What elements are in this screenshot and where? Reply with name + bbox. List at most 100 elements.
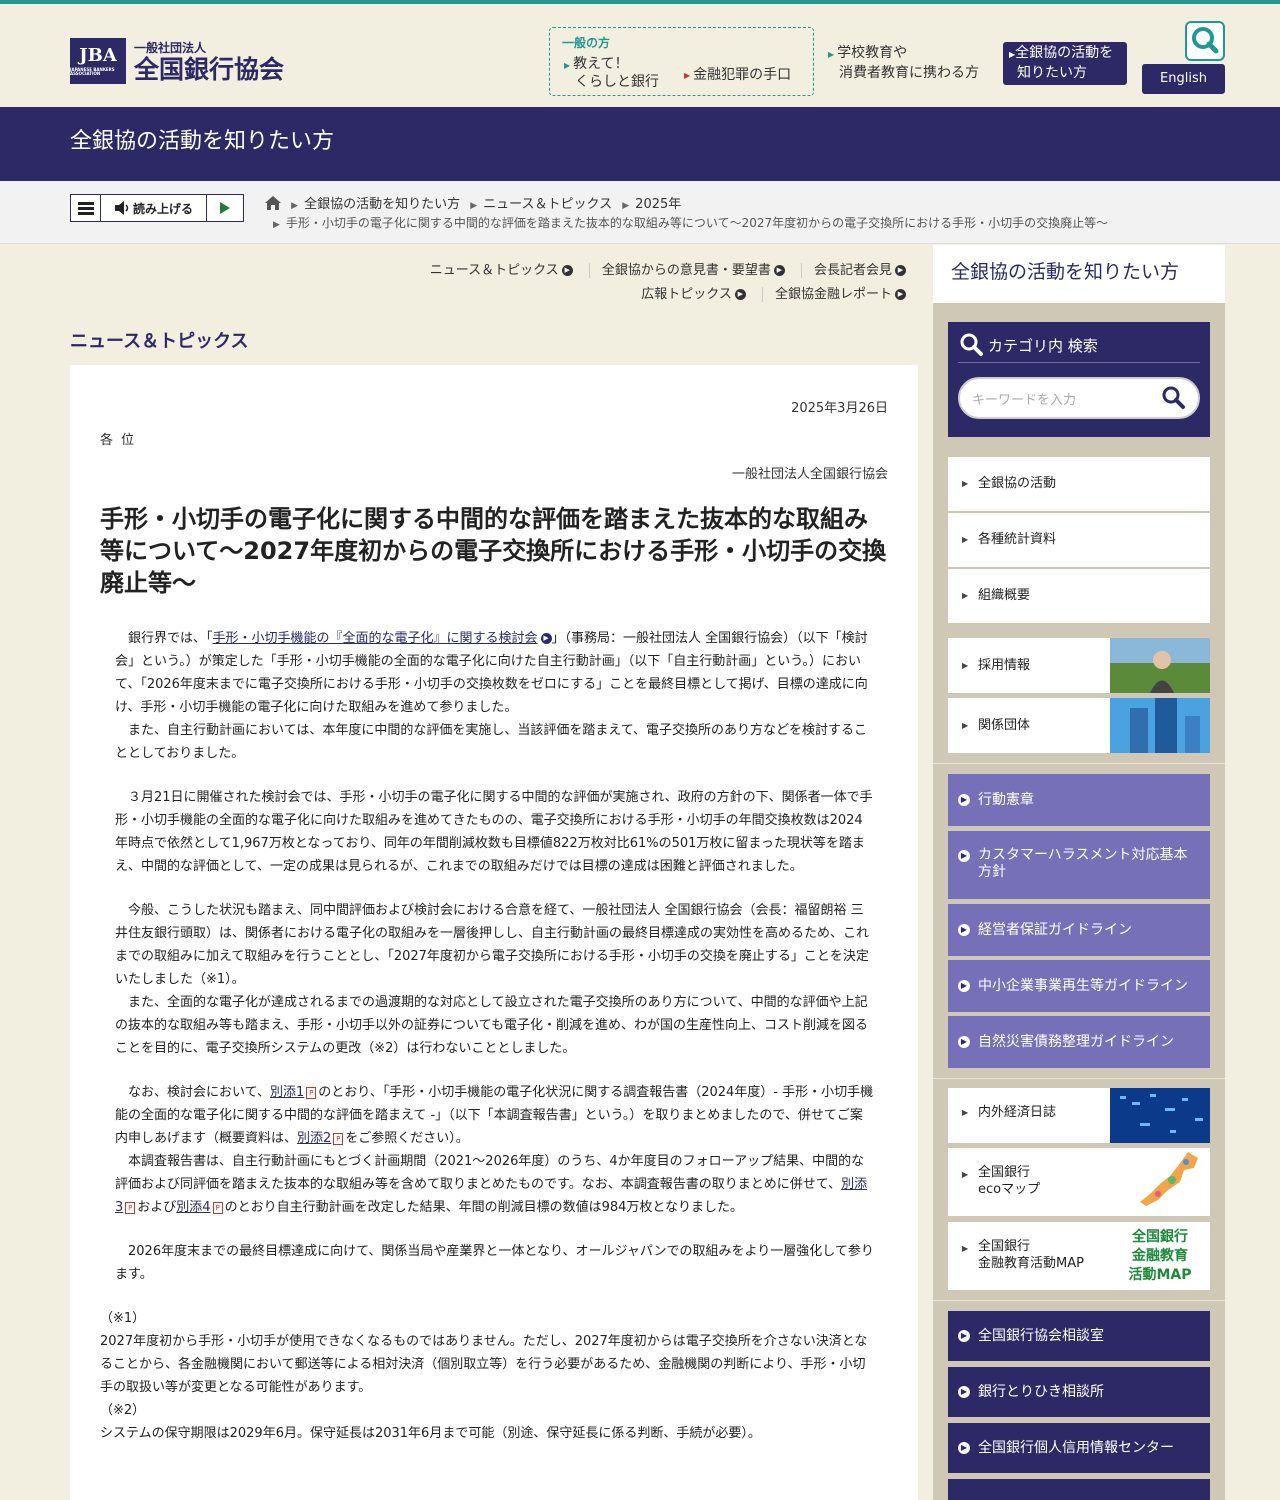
arrow-circle-icon: ▶ [958,1442,970,1454]
search-icon [1162,386,1185,409]
article-addressee: 各位 [100,433,143,448]
page-band-title: 全銀協の活動を知りたい方 [0,107,1280,181]
reader-menu-button[interactable] [71,195,101,221]
arrow-circle-icon: ▶ [895,265,906,276]
pdf-icon: P [306,1086,317,1099]
attachment-4-link[interactable]: 別添4 [176,1200,210,1215]
search-icon [960,333,983,356]
paragraph-1: 銀行界では、「手形・小切手機能の『全面的な電子化』に関する検討会 ▶ 」（事務局：一… [115,631,868,761]
article-body: 銀行界では、「手形・小切手機能の『全面的な電子化』に関する検討会 ▶ 」（事務局：一… [100,627,875,1445]
breadcrumb-item[interactable]: ニュース＆トピックス [483,197,612,212]
education-map-banner: 全国銀行 金融教育 活動MAP [1110,1222,1210,1290]
pdf-icon: P [212,1201,223,1214]
site-search-button[interactable] [1185,21,1225,61]
school-education-link[interactable]: ▶ 学校教育や 消費者教育に携わる方 [828,44,979,82]
sidebar-link-education-map[interactable]: ▶ 全国銀行 金融教育活動MAP 全国銀行 金融教育 活動MAP [948,1222,1210,1290]
text-reader-widget: 読み上げる [70,194,244,222]
sidebar-link-activity[interactable]: ▶ 全銀協の活動 [948,457,1210,511]
buildings-photo [1110,698,1210,753]
general-visitors-title: 一般の方 [562,36,611,50]
paragraph-3: 今般、こうした状況も踏まえ、同中間評価および検討会における合意を経て、一般社団法… [115,903,870,1056]
sidebar-link-customer-harassment[interactable]: ▶ カスタマーハラスメント対応基本方針 [948,831,1210,899]
paragraph-5: 2026年度末までの最終目標達成に向けて、関係当局や産業界と一体となり、オールジ… [115,1244,874,1282]
triangle-right-icon: ▶ [962,721,969,730]
triangle-right-icon: ▶ [962,479,969,488]
breadcrumb-item[interactable]: 2025年 [635,197,681,212]
recruit-photo [1110,638,1210,693]
site-header: JBA JAPANESE BANKERS ASSOCIATION 一般社団法人 … [0,4,1280,107]
breadcrumb-item[interactable]: 全銀協の活動を知りたい方 [304,197,460,212]
sidebar-link-credit-info-center[interactable]: ▶ 全国銀行個人信用情報センター [948,1423,1210,1473]
general-visitors-box: 一般の方 ▶ 教えて！ くらしと銀行 ▶ 金融犯罪の手口 [549,27,814,96]
footnotes: （※1） 2027年度初から手形・小切手が使用できなくなるものではありません。た… [100,1311,868,1441]
sub-link-finance-report[interactable]: 全銀協金融レポート ▶ [761,287,906,302]
financial-crime-link[interactable]: ▶ 金融犯罪の手口 [684,64,791,84]
category-search: カテゴリ内 検索 キーワードを入力 [948,322,1210,437]
sidebar-link-sme-guideline[interactable]: ▶ 中小企業事業再生等ガイドライン [948,960,1210,1012]
jba-logo-mark: JBA JAPANESE BANKERS ASSOCIATION [70,38,126,84]
triangle-right-icon: ▶ [962,535,969,544]
paragraph-2: ３月21日に開催された検討会では、手形・小切手の電子化に関する中間的な評価が実施… [115,790,873,874]
sidebar-link-bank-dispute-center[interactable]: ▶ 銀行とりひき相談所 [948,1367,1210,1417]
activity-nav-button[interactable]: ▶全銀協の活動を 知りたい方 [1003,42,1127,85]
category-search-input[interactable]: キーワードを入力 [958,377,1200,419]
article-title: 手形・小切手の電子化に関する中間的な評価を踏まえた抜本的な取組み等について〜20… [100,505,887,597]
speaker-icon [114,201,129,215]
arrow-circle-icon: ▶ [958,980,970,992]
play-button[interactable] [207,195,243,221]
english-button[interactable]: English [1142,64,1225,94]
triangle-right-icon: ▶ [962,1108,969,1117]
article-card: 2025年3月26日 各位 一般社団法人全国銀行協会 手形・小切手の電子化に関す… [70,365,918,1500]
sidebar-heading: 全銀協の活動を知りたい方 [933,245,1225,303]
triangle-right-icon: ▶ [962,1170,969,1179]
sidebar-link-disaster-guideline[interactable]: ▶ 自然災害債務整理ガイドライン [948,1016,1210,1068]
sidebar: 全銀協の活動を知りたい方 カテゴリ内 検索 キーワードを入力 ▶ 全銀協の活動 ▶… [933,245,1225,1500]
site-logo[interactable]: JBA JAPANESE BANKERS ASSOCIATION 一般社団法人 … [70,38,284,84]
study-group-link[interactable]: 手形・小切手機能の『全面的な電子化』に関する検討会 [213,631,538,646]
arrow-circle-icon: ▶ [958,924,970,936]
attachment-2-link[interactable]: 別添2 [297,1131,331,1146]
sidebar-link-statistics[interactable]: ▶ 各種統計資料 [948,513,1210,567]
hamburger-icon [77,202,94,215]
sub-link-opinions[interactable]: 全銀協からの意見書・要望書 ▶ [588,263,785,278]
japan-map-icon [1140,1152,1198,1206]
triangle-right-icon: ▶ [828,50,835,59]
sub-navigation: ニュース＆トピックス ▶ 全銀協からの意見書・要望書 ▶ 会長記者会見 ▶ 広報トピッ… [306,259,906,307]
stock-board-photo [1110,1088,1210,1143]
arrow-circle-icon: ▶ [958,850,970,862]
sidebar-link-consultation-office[interactable]: ▶ 全国銀行協会相談室 [948,1311,1210,1361]
pdf-icon: P [125,1201,136,1214]
arrow-circle-icon: ▶ [561,265,573,276]
arrow-circle-icon: ▶ [958,1036,970,1048]
sidebar-link-charter[interactable]: ▶ 行動憲章 [948,774,1210,826]
section-heading: ニュース＆トピックス [70,331,249,352]
sidebar-link-economic-diary[interactable]: ▶ 内外経済日誌 [948,1088,1210,1143]
arrow-circle-icon: ▶ [734,289,746,300]
sidebar-link-related-orgs[interactable]: ▶ 関係団体 [948,698,1210,753]
paragraph-4: なお、検討会において、別添1 P のとおり、「手形・小切手機能の電子化状況に関する調… [115,1085,874,1215]
breadcrumb: ▶ 全銀協の活動を知りたい方 ▶ ニュース＆トピックス ▶ 2025年 [265,193,681,212]
arrow-circle-icon: ▶ [773,265,785,276]
sidebar-link-recruit[interactable]: ▶ 採用情報 [948,638,1210,693]
breadcrumb-current: ▶ 手形・小切手の電子化に関する中間的な評価を踏まえた抜本的な取組み等について〜2… [273,216,1109,230]
sidebar-link-organization[interactable]: ▶ 組織概要 [948,569,1210,623]
triangle-right-icon: ▶ [962,661,969,670]
sub-link-news[interactable]: ニュース＆トピックス ▶ [418,263,573,278]
arrow-circle-icon: ▶ [895,289,906,300]
utility-bar: 読み上げる ▶ 全銀協の活動を知りたい方 ▶ ニュース＆トピックス ▶ 2025年 ▶… [0,181,1280,244]
sidebar-link-partial[interactable] [948,1479,1210,1500]
triangle-right-icon: ▶ [962,591,969,600]
read-aloud-button[interactable]: 読み上げる [101,195,207,221]
arrow-circle-icon: ▶ [540,633,552,644]
article-date: 2025年3月26日 [791,401,888,416]
sub-link-pr-topics[interactable]: 広報トピックス ▶ [629,287,746,302]
article-issuer: 一般社団法人全国銀行協会 [731,467,888,482]
kurashi-to-ginko-link[interactable]: ▶ 教えて！ くらしと銀行 [564,56,659,90]
arrow-circle-icon: ▶ [958,1330,970,1342]
sub-link-press[interactable]: 会長記者会見 ▶ [800,263,906,278]
triangle-right-icon: ▶ [962,1244,969,1253]
pdf-icon: P [333,1132,344,1145]
sidebar-link-guarantee-guideline[interactable]: ▶ 経営者保証ガイドライン [948,904,1210,956]
sidebar-link-eco-map[interactable]: ▶ 全国銀行 ecoマップ [948,1148,1210,1216]
attachment-1-link[interactable]: 別添1 [270,1085,304,1100]
